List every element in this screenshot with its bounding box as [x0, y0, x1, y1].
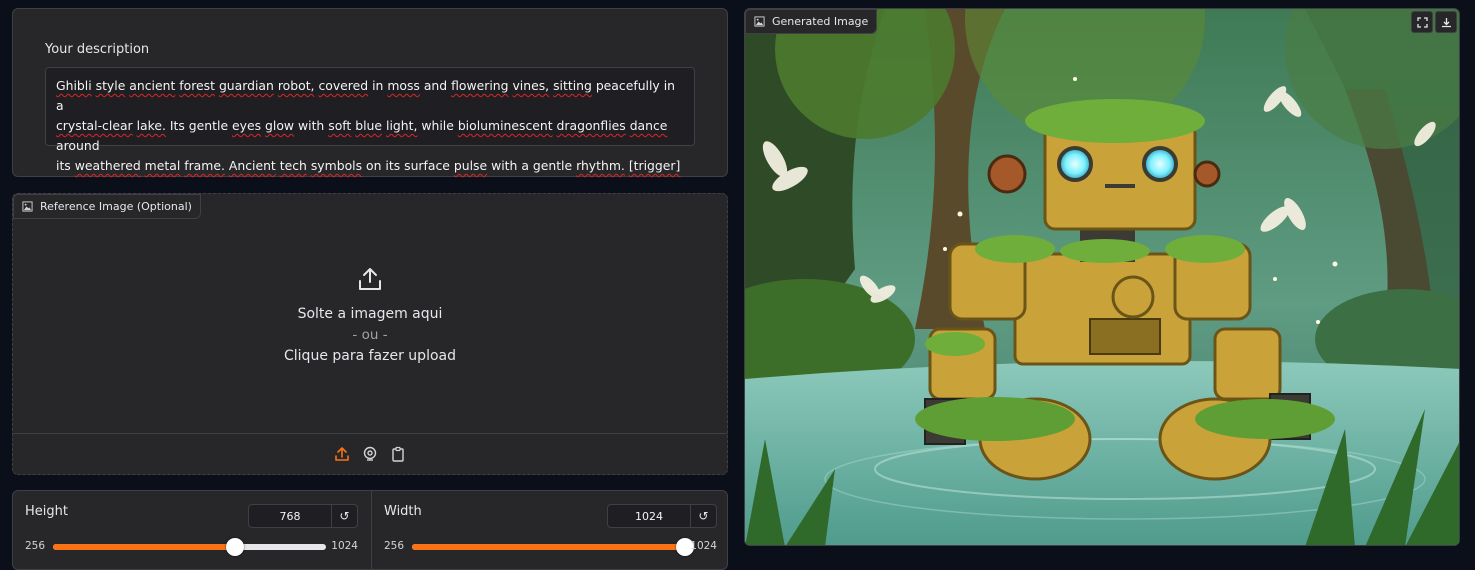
image-icon [754, 16, 765, 27]
width-max: 1024 [690, 540, 717, 552]
dimension-sliders-panel: Height 768 ↺ 256 1024 Width 1024 ↺ 256 1… [12, 490, 728, 570]
click-upload-text: Clique para fazer upload [284, 348, 456, 364]
reference-toolbar [13, 433, 727, 474]
webcam-icon[interactable] [361, 445, 379, 463]
generated-image [745, 9, 1459, 545]
height-reset-button[interactable]: ↺ [332, 505, 357, 527]
width-label: Width [384, 504, 422, 519]
generated-image-actions [1411, 11, 1457, 33]
height-slider-fill [53, 544, 236, 550]
generated-image-panel: Generated Image [744, 8, 1460, 546]
fullscreen-icon[interactable] [1411, 11, 1433, 33]
drop-text: Solte a imagem aqui [297, 306, 443, 322]
description-panel: Your description Ghibli style ancient fo… [12, 8, 728, 177]
height-max: 1024 [331, 540, 358, 552]
upload-icon[interactable] [333, 445, 351, 463]
upload-icon [13, 266, 727, 296]
height-label: Height [25, 504, 68, 519]
description-line: Ghibli style ancient forest guardian rob… [56, 78, 676, 113]
height-number-input[interactable]: 768 ↺ [248, 504, 358, 528]
upload-dropzone[interactable]: Solte a imagem aqui - ou - Clique para f… [13, 234, 727, 364]
height-value[interactable]: 768 [249, 505, 332, 527]
description-line: its weathered metal frame. Ancient tech … [56, 158, 681, 173]
height-slider-group: Height 768 ↺ 256 1024 [13, 491, 370, 569]
width-slider-fill [412, 544, 685, 550]
download-icon[interactable] [1435, 11, 1457, 33]
clipboard-icon[interactable] [389, 445, 407, 463]
generated-image-tag: Generated Image [745, 9, 878, 34]
reference-image-tag: Reference Image (Optional) [13, 194, 201, 219]
height-min: 256 [25, 540, 46, 552]
width-slider[interactable] [412, 538, 694, 556]
width-number-input[interactable]: 1024 ↺ [607, 504, 717, 528]
description-line: crystal-clear lake. Its gentle eyes glow… [56, 118, 668, 153]
or-text: - ou - [352, 327, 388, 343]
width-slider-group: Width 1024 ↺ 256 1024 [371, 491, 729, 569]
height-slider[interactable] [53, 538, 326, 556]
width-reset-button[interactable]: ↺ [691, 505, 716, 527]
reference-image-panel: Reference Image (Optional) Solte a image… [12, 193, 728, 475]
width-min: 256 [384, 540, 405, 552]
image-icon [22, 201, 33, 212]
height-slider-thumb[interactable] [226, 538, 245, 556]
width-value[interactable]: 1024 [608, 505, 691, 527]
generated-image-label: Generated Image [772, 15, 869, 28]
description-label: Your description [45, 42, 150, 57]
reference-image-label: Reference Image (Optional) [40, 200, 192, 213]
description-textarea[interactable]: Ghibli style ancient forest guardian rob… [45, 67, 695, 173]
